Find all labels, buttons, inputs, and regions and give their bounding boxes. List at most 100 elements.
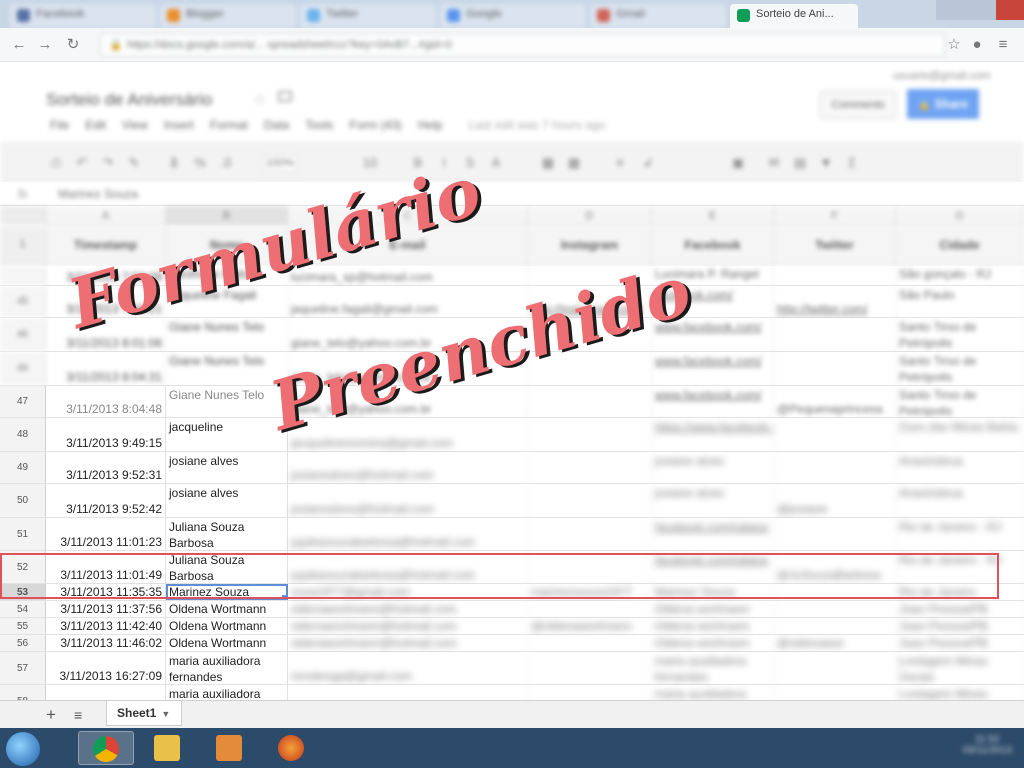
cell-ig[interactable] — [528, 266, 652, 285]
user-email[interactable]: usuario@gmail.com — [893, 70, 990, 82]
cell-fb[interactable]: facebook.com/ — [652, 286, 774, 317]
reload-icon[interactable]: ↻ — [64, 36, 82, 54]
cell-ts[interactable]: 3/11/2013 11:42:40 — [46, 618, 166, 634]
italic-icon[interactable]: I — [436, 155, 452, 171]
row-number[interactable]: 55 — [0, 618, 46, 634]
zoom-select[interactable]: 100% — [262, 154, 298, 172]
chart-icon[interactable]: ▤ — [792, 155, 808, 171]
fill-color-icon[interactable]: ▩ — [540, 155, 556, 171]
row-number[interactable]: 45 — [0, 286, 46, 317]
cell-ig[interactable] — [528, 418, 652, 451]
cell-tw[interactable] — [774, 584, 896, 600]
cell-cd[interactable]: Santo Tirso de Petrópolis — [896, 318, 1024, 351]
cell-ts[interactable]: 3/11/2013 11:37:56 — [46, 601, 166, 617]
comment-icon[interactable]: ✉ — [766, 155, 782, 171]
cell-nm[interactable]: Giane Nunes Telo — [166, 318, 288, 351]
cell-nm[interactable]: Oldena Wortmann — [166, 601, 288, 617]
cell-tw[interactable]: @Pequenaprincesa — [774, 386, 896, 417]
menu-item[interactable]: File — [50, 118, 69, 132]
browser-tab[interactable]: Gmail — [590, 4, 726, 28]
cell-fb[interactable]: www.facebook.com/ — [652, 352, 774, 385]
cell-fb[interactable]: maria auxiliadora fernandes — [652, 652, 774, 684]
star-icon[interactable]: ☆ — [253, 90, 266, 108]
cell-em[interactable]: zuza1977@gmail.com — [288, 584, 528, 600]
cell-fb[interactable]: www.facebook.com/ — [652, 386, 774, 417]
cell-cd[interactable]: São Paulo — [896, 286, 1024, 317]
cell-em[interactable]: lucimara_sp@hotmail.com — [288, 266, 528, 285]
cell-ts[interactable]: 3/11/2013 9:52:42 — [46, 484, 166, 517]
cell-ts[interactable]: 3/11/2013 8:04:31 — [46, 352, 166, 385]
sheet-tab[interactable]: Sheet1 ▼ — [106, 701, 182, 726]
cell-ig[interactable] — [528, 551, 652, 583]
cell-ts[interactable]: 3/11/2013 7:52:09 — [46, 266, 166, 285]
row-number[interactable]: 54 — [0, 601, 46, 617]
folder-icon[interactable] — [278, 91, 292, 102]
cell-cd[interactable]: Rio de Janeiro - RJ — [896, 551, 1024, 583]
menu-item[interactable]: Help — [418, 118, 443, 132]
browser-tab[interactable]: Google — [440, 4, 586, 28]
borders-icon[interactable]: ▦ — [566, 155, 582, 171]
cell-em[interactable]: oldenawortmann@hotmail.com — [288, 618, 528, 634]
cell-nm[interactable]: Oldena Wortmann — [166, 635, 288, 651]
bold-icon[interactable]: B — [410, 155, 426, 171]
formula-input[interactable]: Marinez Souza — [58, 187, 138, 201]
cell-tw[interactable] — [774, 352, 896, 385]
filter-icon[interactable]: ▼ — [818, 155, 834, 171]
bookmark-star-icon[interactable]: ☆ — [945, 36, 963, 54]
paint-format-icon[interactable]: ✎ — [126, 155, 142, 171]
font-size-icon[interactable]: 10 — [362, 155, 378, 171]
cell-tw[interactable] — [774, 266, 896, 285]
cell-em[interactable]: jacquelinemoreira@gmail.com — [288, 418, 528, 451]
forward-icon[interactable]: → — [36, 36, 54, 54]
cell-cd[interactable]: Santo Tirso de Petrópolis — [896, 352, 1024, 385]
minimize-button[interactable] — [936, 0, 966, 20]
browser-tab[interactable]: Sorteio de Ani... — [730, 4, 858, 28]
cell-nm[interactable]: maria auxiliadora fernandes — [166, 685, 288, 700]
cell-cd[interactable]: São gonçalo - RJ — [896, 266, 1024, 285]
cell-fb[interactable]: Lucimara P. Rangel — [652, 266, 774, 285]
cell-cd[interactable]: Lontagem Minas Gerais — [896, 652, 1024, 684]
column-header[interactable]: G — [896, 206, 1024, 226]
start-button[interactable] — [6, 732, 40, 766]
cell-tw[interactable] — [774, 518, 896, 550]
column-header[interactable]: C — [288, 206, 528, 226]
print-icon[interactable]: ⎙ — [48, 155, 64, 171]
cell-cd[interactable]: Rio de Janeiro — [896, 584, 1024, 600]
column-title[interactable]: Instagram — [528, 226, 652, 265]
browser-tab[interactable]: Facebook — [10, 4, 156, 28]
cell-tw[interactable]: @JuSouzaBarbosa — [774, 551, 896, 583]
cell-ts[interactable]: 3/11/2013 9:52:31 — [46, 452, 166, 483]
row-number[interactable]: 47 — [0, 386, 46, 417]
cell-tw[interactable] — [774, 418, 896, 451]
sheet-list-icon[interactable]: ≡ — [74, 707, 82, 723]
cell-cd[interactable]: Joao Pessoa/PB — [896, 635, 1024, 651]
row-number[interactable]: 57 — [0, 652, 46, 684]
taskbar-chrome[interactable] — [78, 731, 134, 765]
cell-em[interactable]: jaqueline.fagali@gmail.com — [288, 286, 528, 317]
column-title[interactable]: Cidade — [896, 226, 1024, 265]
menu-item[interactable]: Form (43) — [349, 118, 402, 132]
undo-icon[interactable]: ↶ — [74, 155, 90, 171]
cell-ts[interactable]: 3/11/2013 8:04:48 — [46, 386, 166, 417]
cell-ts[interactable]: 3/11/2013 11:01:23 — [46, 518, 166, 550]
menu-item[interactable]: Insert — [164, 118, 194, 132]
cell-tw[interactable]: @josiane — [774, 484, 896, 517]
column-title[interactable]: E-mail — [288, 226, 528, 265]
menu-item[interactable]: Edit — [85, 118, 106, 132]
document-title[interactable]: Sorteio de Aniversário — [46, 90, 212, 110]
cell-em[interactable]: josianealves@hotmail.com — [288, 484, 528, 517]
column-title[interactable]: Timestamp — [46, 226, 166, 265]
cell-fb[interactable]: facebook.com/juliana — [652, 551, 774, 583]
cell-fb[interactable]: Marinez Souza — [652, 584, 774, 600]
column-header[interactable]: E — [652, 206, 774, 226]
cell-ig[interactable] — [528, 484, 652, 517]
column-header[interactable]: A — [46, 206, 166, 226]
menu-item[interactable]: View — [122, 118, 148, 132]
function-icon[interactable]: Σ — [844, 155, 860, 171]
column-title[interactable]: Nome — [166, 226, 288, 265]
menu-icon[interactable]: ≡ — [994, 36, 1012, 54]
row-number[interactable]: 53 — [0, 584, 46, 600]
browser-tab[interactable]: Blogger — [160, 4, 296, 28]
row-number[interactable]: 56 — [0, 635, 46, 651]
cell-tw[interactable]: http://twitter.com/ — [774, 286, 896, 317]
